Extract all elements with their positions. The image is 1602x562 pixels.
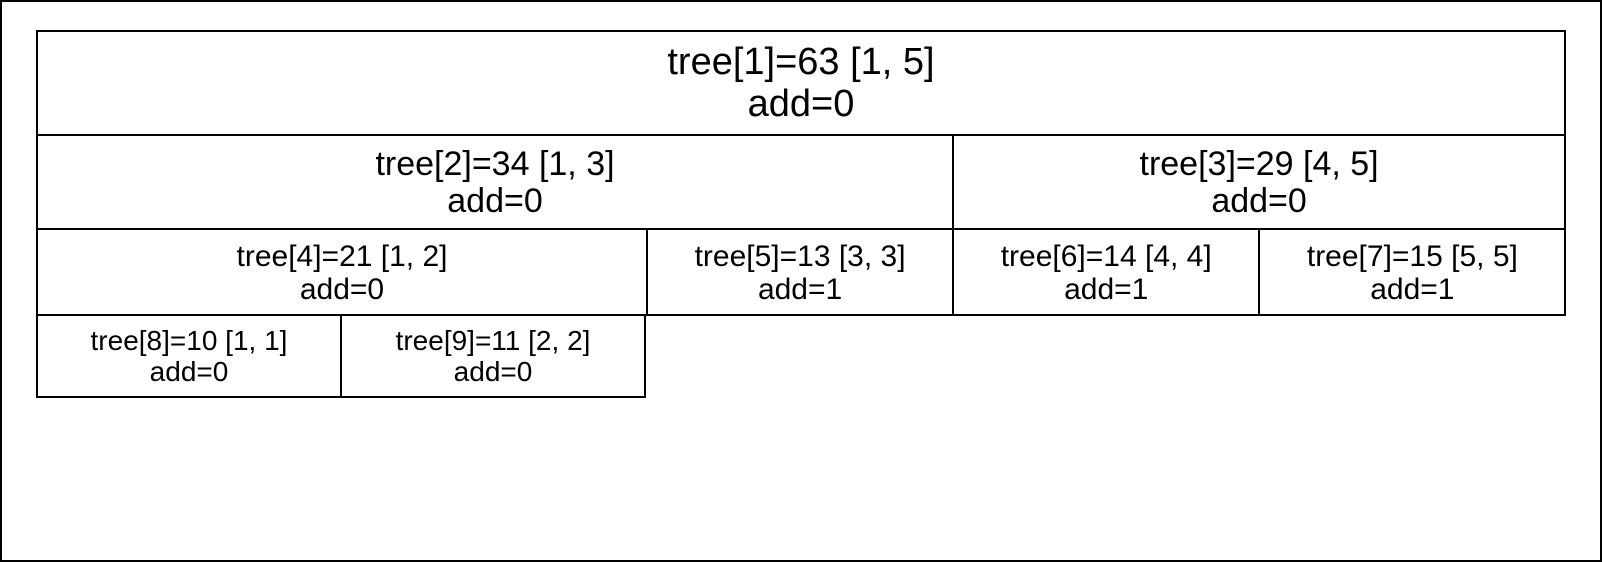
tree-node-1: tree[1]=63 [1, 5] add=0 <box>36 30 1566 136</box>
tree-row-2: tree[4]=21 [1, 2] add=0 tree[5]=13 [3, 3… <box>36 230 1566 316</box>
tree-node-9: tree[9]=11 [2, 2] add=0 <box>340 314 646 398</box>
segment-tree: tree[1]=63 [1, 5] add=0 tree[2]=34 [1, 3… <box>36 30 1566 398</box>
tree-node-2: tree[2]=34 [1, 3] add=0 <box>36 134 954 231</box>
tree-node-title: tree[3]=29 [4, 5] <box>1140 146 1379 183</box>
tree-node-title: tree[4]=21 [1, 2] <box>237 240 448 273</box>
tree-node-3: tree[3]=29 [4, 5] add=0 <box>952 134 1566 231</box>
tree-node-title: tree[1]=63 [1, 5] <box>667 42 934 84</box>
tree-node-5: tree[5]=13 [3, 3] add=1 <box>646 228 954 316</box>
tree-node-4-children: tree[8]=10 [1, 1] add=0 tree[9]=11 [2, 2… <box>36 316 648 398</box>
tree-node-title: tree[6]=14 [4, 4] <box>1001 240 1212 273</box>
tree-node-title: tree[7]=15 [5, 5] <box>1307 240 1518 273</box>
tree-node-sub: add=0 <box>300 273 384 306</box>
tree-node-4: tree[4]=21 [1, 2] add=0 <box>36 228 648 316</box>
tree-node-title: tree[5]=13 [3, 3] <box>695 240 906 273</box>
tree-node-title: tree[2]=34 [1, 3] <box>375 146 614 183</box>
tree-node-sub: add=1 <box>758 273 842 306</box>
tree-node-7: tree[7]=15 [5, 5] add=1 <box>1258 228 1566 316</box>
tree-node-6: tree[6]=14 [4, 4] add=1 <box>952 228 1260 316</box>
tree-row-0: tree[1]=63 [1, 5] add=0 <box>36 30 1566 136</box>
tree-node-sub: add=0 <box>748 84 855 126</box>
tree-node-sub: add=1 <box>1064 273 1148 306</box>
tree-node-sub: add=0 <box>150 357 229 388</box>
tree-node-8: tree[8]=10 [1, 1] add=0 <box>36 314 342 398</box>
tree-node-sub: add=1 <box>1370 273 1454 306</box>
tree-row-1: tree[2]=34 [1, 3] add=0 tree[3]=29 [4, 5… <box>36 136 1566 231</box>
tree-node-sub: add=0 <box>447 183 543 220</box>
tree-node-title: tree[8]=10 [1, 1] <box>91 326 288 357</box>
diagram-frame: tree[1]=63 [1, 5] add=0 tree[2]=34 [1, 3… <box>0 0 1602 562</box>
tree-node-sub: add=0 <box>454 357 533 388</box>
tree-node-sub: add=0 <box>1211 183 1307 220</box>
tree-row-3: tree[8]=10 [1, 1] add=0 tree[9]=11 [2, 2… <box>36 316 1566 398</box>
tree-node-title: tree[9]=11 [2, 2] <box>396 326 591 357</box>
